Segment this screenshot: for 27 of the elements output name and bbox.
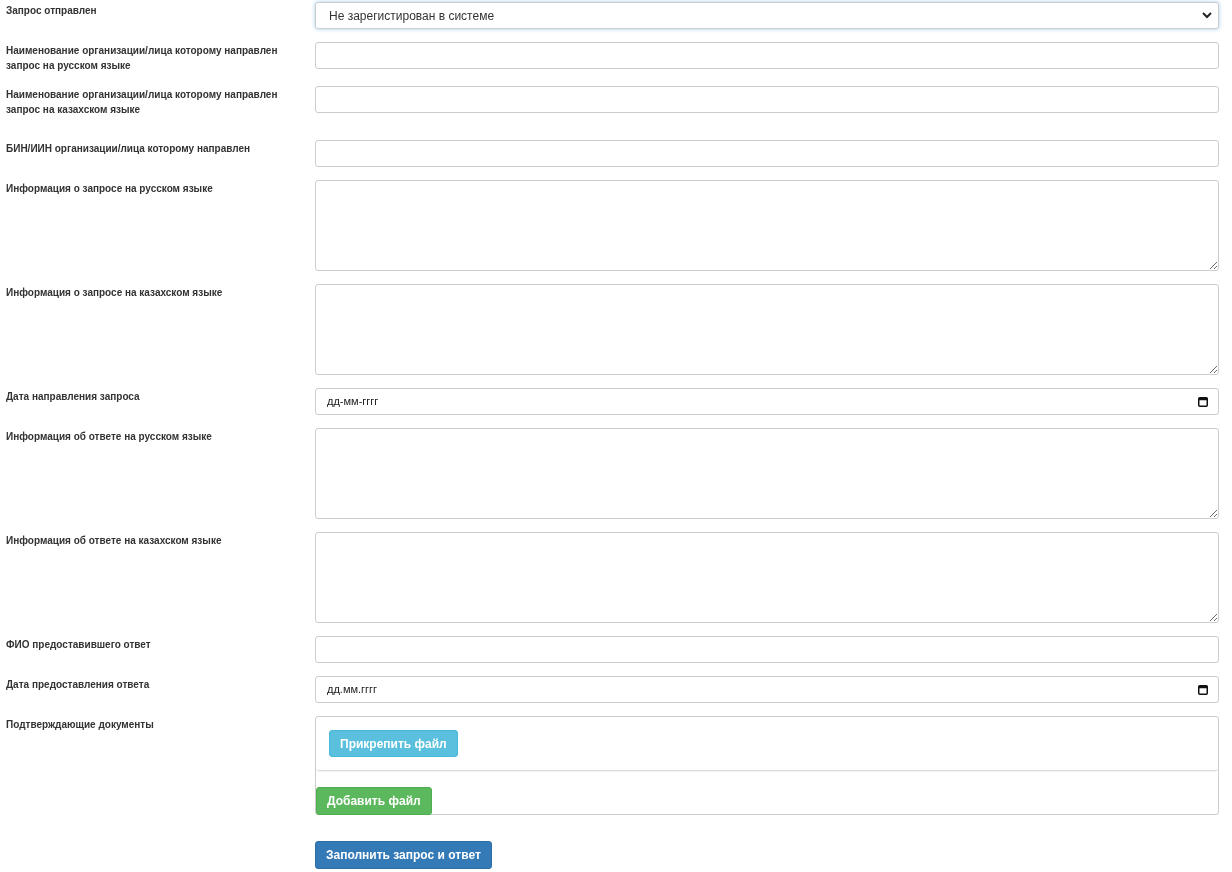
input-field[interactable] [315,42,1219,69]
field-label: ФИО предоставившего ответ [6,638,152,652]
field-label: Запрос отправлен [6,4,98,18]
text-area[interactable] [315,532,1219,623]
field-label: Дата направления запроса [6,390,141,404]
submit-button[interactable]: Заполнить запрос и ответ [315,841,492,869]
field-label: Информация о запросе на русском языке [6,182,214,196]
field-label: Информация об ответе на русском языке [6,430,213,444]
field-label: Наименование организации/лица которому направлен запрос на русском языке [6,44,279,73]
text-area[interactable] [315,428,1219,519]
field-label: Дата предоставления ответа [6,678,151,692]
field-label: Наименование организации/лица которому направлен запрос на казахском языке [6,88,279,117]
calendar-icon [1198,684,1208,695]
text-area[interactable] [315,284,1219,375]
date-field[interactable]: дд-мм-гггг [315,388,1219,415]
field-label: Информация об ответе на казахском языке [6,534,223,548]
calendar-icon [1198,396,1208,407]
field-label: Подтверждающие документы [6,718,155,732]
field-label: БИН/ИИН организации/лица которому направлен [6,142,252,156]
chevron-down-icon [1202,12,1212,19]
text-area[interactable] [315,180,1219,271]
dropdown-field[interactable]: Не зарегистирован в системе [315,2,1219,29]
input-field[interactable] [315,636,1219,663]
input-field[interactable] [315,86,1219,113]
field-label: Информация о запросе на казахском языке [6,286,224,300]
input-field[interactable] [315,140,1219,167]
date-field[interactable]: дд.мм.гггг [315,676,1219,703]
